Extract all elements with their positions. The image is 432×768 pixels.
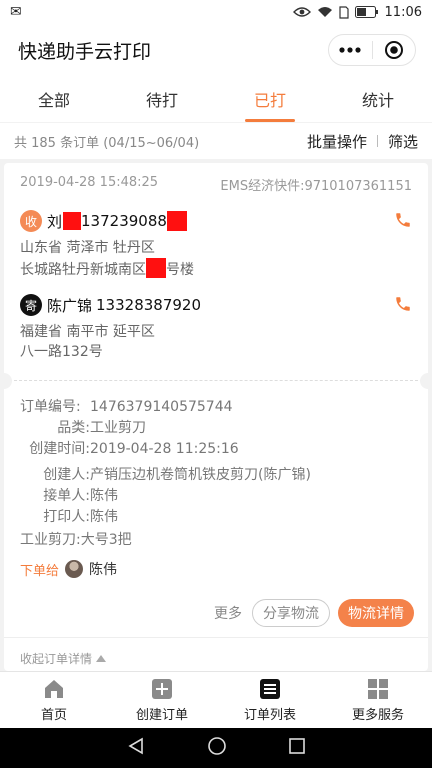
- call-receiver-icon[interactable]: [394, 211, 412, 233]
- call-sender-icon[interactable]: [394, 295, 412, 317]
- redaction-mark: [166, 211, 187, 231]
- receiver-phone: 137239088: [81, 212, 167, 230]
- tab-all[interactable]: 全部: [0, 76, 108, 122]
- nav-more-services-label: 更多服务: [351, 707, 404, 723]
- receiver-address-line1: 山东省 菏泽市 牡丹区: [20, 240, 155, 256]
- share-logistics-button[interactable]: 分享物流: [252, 599, 330, 627]
- redaction-mark: [146, 258, 166, 278]
- nav-home[interactable]: 首页: [0, 672, 108, 728]
- plus-square-icon: [151, 678, 173, 700]
- redaction-mark: [63, 212, 82, 230]
- printer-label: 打印人:: [43, 509, 90, 525]
- grid-icon: [367, 678, 389, 700]
- sender-badge: 寄: [20, 294, 42, 316]
- target-close-icon: [384, 41, 403, 59]
- assignee-name: 陈伟: [89, 562, 118, 578]
- nav-create-order-label: 创建订单: [135, 707, 188, 723]
- taker-label: 接单人:: [43, 488, 90, 504]
- category-value: 工业剪刀: [90, 420, 146, 436]
- sender-address-line1: 福建省 南平市 延平区: [20, 324, 155, 340]
- courier-tracking: EMS经济快件:9710107361151: [220, 179, 412, 194]
- recent-apps-icon[interactable]: [289, 738, 305, 758]
- receiver-block: 收 刘 137239088 山东省 菏泽市 牡丹区 长城路牡丹新城南区 号楼: [4, 208, 428, 280]
- list-icon: [259, 678, 281, 700]
- dashed-divider: [4, 373, 428, 389]
- assign-row: 下单给 陈伟: [20, 559, 412, 579]
- receiver-address-line2: 长城路牡丹新城南区 号楼: [20, 258, 412, 280]
- printer-value: 陈伟: [90, 509, 118, 525]
- created-time-value: 2019-04-28 11:25:16: [90, 441, 239, 457]
- assign-label: 下单给: [20, 563, 60, 579]
- sender-phone: 13328387920: [96, 296, 201, 314]
- product-summary: 工业剪刀:大号3把: [20, 532, 132, 548]
- tab-pending[interactable]: 待打: [108, 76, 216, 122]
- avatar: [65, 560, 84, 578]
- created-time-label: 创建时间:: [29, 441, 90, 457]
- nav-order-list[interactable]: 订单列表: [216, 672, 324, 728]
- order-no-label: 订单编号:: [20, 399, 81, 415]
- collapse-label: 收起订单详情: [20, 652, 93, 666]
- tab-statistics[interactable]: 统计: [324, 76, 432, 122]
- page-title: 快递助手云打印: [18, 40, 152, 63]
- sender-block: 寄 陈广锦 13328387920 福建省 南平市 延平区 八一路132号: [4, 292, 428, 362]
- nav-home-label: 首页: [40, 707, 67, 723]
- wifi-icon: [317, 6, 333, 18]
- order-tabs: 全部 待打 已打 统计: [0, 76, 432, 122]
- home-circle-icon[interactable]: [207, 736, 227, 760]
- back-icon[interactable]: [127, 737, 145, 759]
- order-details: 订单编号: 1476379140575744 品类: 工业剪刀 创建时间: 2019-…: [4, 397, 428, 579]
- more-button[interactable]: 更多: [214, 603, 242, 623]
- collapse-order-details[interactable]: 收起订单详情: [4, 637, 428, 667]
- title-bar: 快递助手云打印: [0, 24, 432, 76]
- nav-more-services[interactable]: 更多服务: [324, 672, 432, 728]
- receiver-badge: 收: [20, 210, 42, 232]
- mini-program-capsule: [328, 34, 416, 66]
- status-time: 11:06: [384, 4, 422, 20]
- action-divider: [376, 135, 378, 147]
- battery-icon: [354, 6, 379, 18]
- system-nav-bar: [0, 728, 432, 768]
- sender-name: 陈广锦: [47, 296, 93, 315]
- category-label: 品类:: [57, 420, 90, 436]
- tab-printed[interactable]: 已打: [216, 76, 324, 122]
- sender-address-line2: 八一路132号: [20, 344, 103, 360]
- order-card: 2019-04-28 15:48:25 EMS经济快件:971010736115…: [4, 163, 428, 671]
- logistics-detail-button[interactable]: 物流详情: [338, 599, 414, 627]
- taker-value: 陈伟: [90, 488, 118, 504]
- creator-value: 产销压边机卷筒机铁皮剪刀(陈广锦): [90, 467, 311, 483]
- filter-button[interactable]: 筛选: [388, 131, 418, 152]
- creator-label: 创建人:: [43, 467, 90, 483]
- more-menu-button[interactable]: [329, 35, 372, 65]
- order-count-summary: 共 185 条订单 (04/15~06/04): [14, 135, 200, 151]
- summary-row: 共 185 条订单 (04/15~06/04) 批量操作 筛选: [0, 123, 432, 159]
- close-mini-program-button[interactable]: [373, 35, 416, 65]
- bottom-nav: 首页 创建订单 订单列表 更多服务: [0, 671, 432, 728]
- batch-operation-button[interactable]: 批量操作: [307, 131, 367, 152]
- eye-comfort-icon: [292, 6, 311, 18]
- order-no-value: 1476379140575744: [90, 399, 233, 415]
- status-bar: ✉ 11:06: [0, 0, 432, 24]
- nav-order-list-label: 订单列表: [243, 707, 296, 723]
- order-datetime: 2019-04-28 15:48:25: [20, 175, 159, 190]
- wechat-notification-icon: ✉: [10, 4, 22, 20]
- home-icon: [43, 678, 65, 700]
- sim-icon: [338, 5, 349, 19]
- more-dots-icon: [339, 47, 361, 53]
- receiver-name: 刘: [47, 212, 63, 231]
- nav-create-order[interactable]: 创建订单: [108, 672, 216, 728]
- caret-up-icon: [96, 655, 107, 662]
